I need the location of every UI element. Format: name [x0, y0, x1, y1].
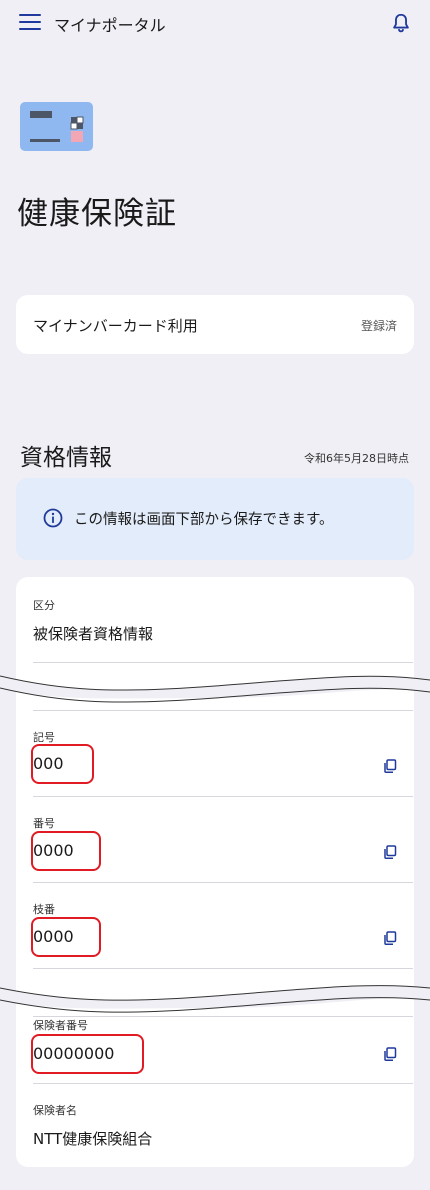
divider [33, 796, 413, 797]
divider [33, 1016, 413, 1017]
divider [33, 1083, 413, 1084]
info-banner: この情報は画面下部から保存できます。 [16, 478, 414, 560]
symbol-label: 記号 [33, 731, 55, 744]
insurer-number-value: 00000000 [33, 1044, 115, 1063]
branch-label: 枝番 [33, 903, 55, 916]
copy-icon[interactable] [383, 759, 397, 773]
section-title: 資格情報 [20, 445, 112, 471]
insurance-card-icon [20, 102, 93, 151]
insurer-name-value: NTT健康保険組合 [33, 1130, 153, 1148]
divider [33, 710, 413, 711]
omission-break [0, 675, 430, 703]
number-label: 番号 [33, 817, 55, 830]
insurer-name-label: 保険者名 [33, 1104, 77, 1117]
usage-label: マイナンバーカード利用 [33, 317, 198, 335]
info-text: この情報は画面下部から保存できます。 [74, 512, 334, 528]
category-label: 区分 [33, 599, 55, 612]
insurer-number-label: 保険者番号 [33, 1019, 88, 1032]
usage-status-text: 登録済 [360, 319, 397, 333]
as-of-date: 令和6年5月28日時点 [304, 452, 409, 465]
copy-icon[interactable] [383, 1047, 397, 1061]
branch-value: 0000 [33, 927, 74, 946]
info-circle-icon [43, 508, 63, 528]
app-header: マイナポータル [0, 0, 430, 46]
copy-icon[interactable] [383, 931, 397, 945]
divider [33, 968, 413, 969]
mynumber-card-usage-row[interactable]: マイナンバーカード利用 登録済 [16, 295, 414, 354]
app-title: マイナポータル [54, 16, 166, 35]
symbol-value: 000 [33, 754, 64, 773]
category-value: 被保険者資格情報 [33, 625, 154, 643]
bell-icon[interactable] [390, 11, 412, 35]
page-title: 健康保険証 [17, 196, 177, 232]
number-value: 0000 [33, 841, 74, 860]
omission-break [0, 985, 430, 1013]
divider [33, 882, 413, 883]
copy-icon[interactable] [383, 845, 397, 859]
hamburger-menu-icon[interactable] [19, 14, 41, 32]
divider [33, 662, 413, 663]
